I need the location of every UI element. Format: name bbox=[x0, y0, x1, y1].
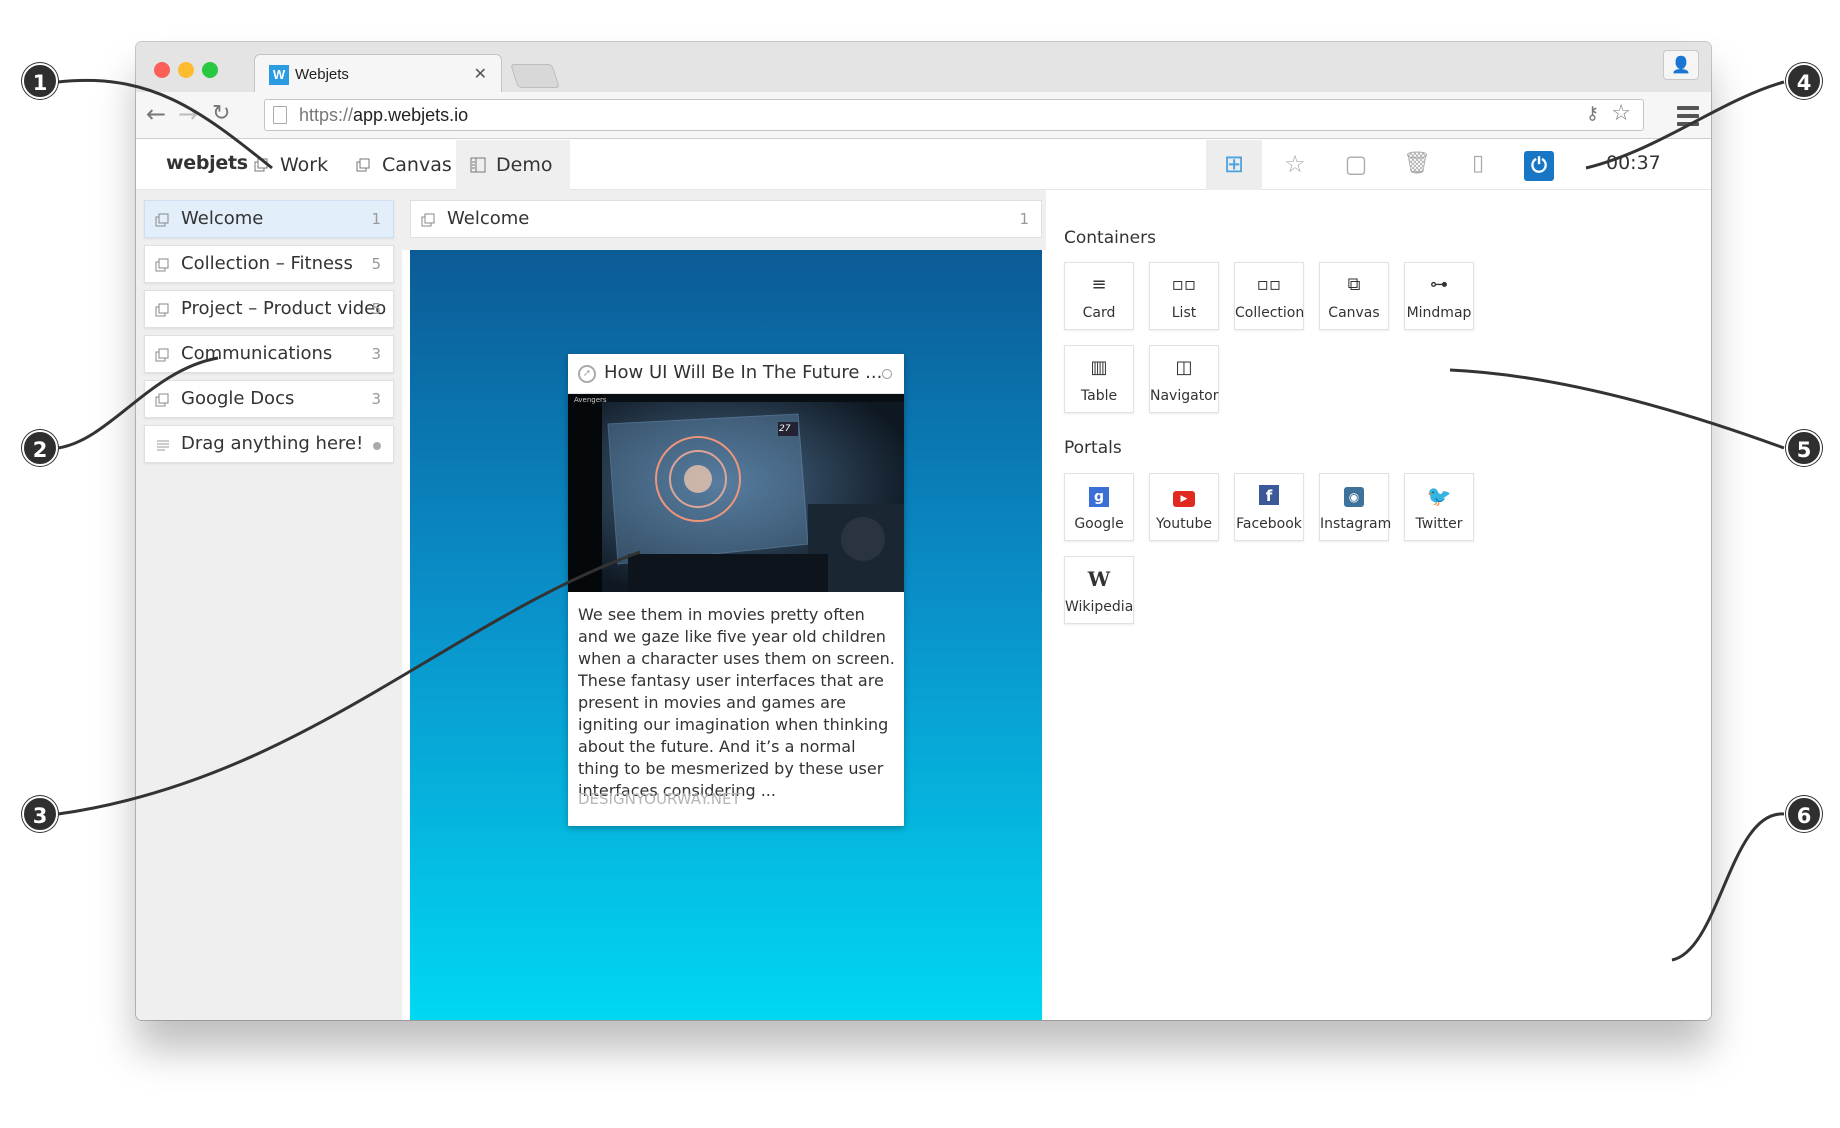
callout-4-badge: 4 bbox=[1786, 63, 1822, 99]
callout-1-badge: 1 bbox=[22, 63, 58, 99]
callout-lines bbox=[57, 78, 1785, 962]
callout-3-badge: 3 bbox=[22, 796, 58, 832]
callout-6-badge: 6 bbox=[1786, 796, 1822, 832]
callout-2-badge: 2 bbox=[22, 430, 58, 466]
callout-5-badge: 5 bbox=[1786, 430, 1822, 466]
